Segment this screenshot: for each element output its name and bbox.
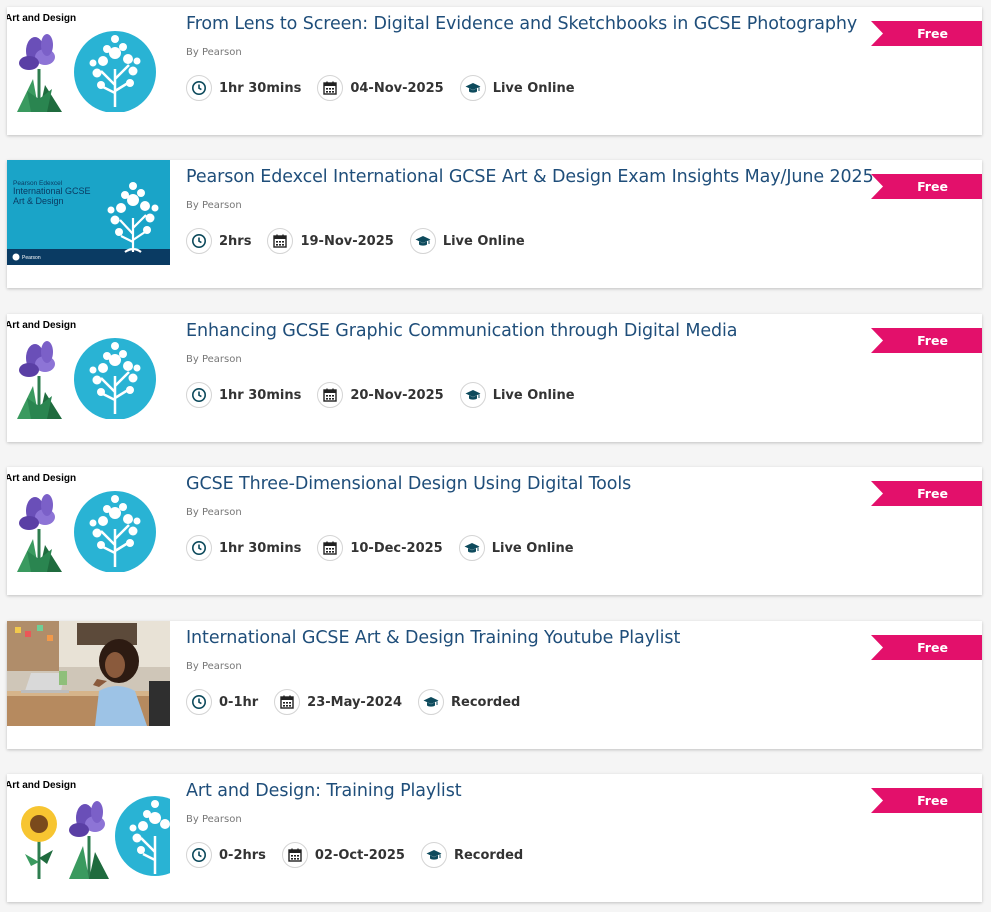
course-card[interactable]: Art and Design xyxy=(7,774,982,902)
course-meta: 0-1hr 23-May-2024 Recorded xyxy=(186,689,536,715)
course-mode: Live Online xyxy=(491,540,574,556)
course-duration: 1hr 30mins xyxy=(219,387,302,403)
price-badge: Free xyxy=(871,328,982,353)
tree-logo xyxy=(74,491,156,572)
banner-line-2: Art & Design xyxy=(13,196,64,206)
course-duration: 0-2hrs xyxy=(219,847,266,863)
course-author: By Pearson xyxy=(186,814,242,825)
course-date: 19-Nov-2025 xyxy=(300,233,394,249)
price-badge: Free xyxy=(871,635,982,660)
course-mode: Live Online xyxy=(492,387,575,403)
graduation-cap-icon xyxy=(420,842,447,868)
course-card[interactable]: Art and Design xyxy=(7,7,982,135)
course-meta: 0-2hrs 02-Oct-2025 Recorded xyxy=(186,842,539,868)
price-label: Free xyxy=(917,179,948,194)
calendar-icon xyxy=(281,842,308,868)
course-title-link[interactable]: International GCSE Art & Design Training… xyxy=(186,628,680,648)
course-card[interactable]: Art and Design xyxy=(7,467,982,595)
course-date: 02-Oct-2025 xyxy=(314,847,405,863)
graduation-cap-icon xyxy=(418,689,445,715)
course-date: 23-May-2024 xyxy=(307,694,403,710)
clock-icon xyxy=(186,228,212,254)
course-title-link[interactable]: Enhancing GCSE Graphic Communication thr… xyxy=(186,321,738,341)
tree-logo xyxy=(74,338,156,419)
price-label: Free xyxy=(917,26,948,41)
course-thumbnail[interactable]: Art and Design xyxy=(7,7,170,112)
course-title-link[interactable]: Pearson Edexcel International GCSE Art &… xyxy=(186,167,874,187)
course-meta: 1hr 30mins 04-Nov-2025 Live Online xyxy=(186,75,591,101)
course-author: By Pearson xyxy=(186,354,242,365)
course-thumbnail[interactable]: Art and Design xyxy=(7,467,170,572)
course-title-link[interactable]: GCSE Three-Dimensional Design Using Digi… xyxy=(186,474,631,494)
course-mode: Live Online xyxy=(492,80,575,96)
course-duration: 1hr 30mins xyxy=(219,540,302,556)
course-meta: 1hr 30mins 20-Nov-2025 Live Online xyxy=(186,382,591,408)
price-badge: Free xyxy=(871,788,982,813)
banner-line-1: International GCSE xyxy=(13,186,91,196)
course-thumbnail[interactable]: Pearson Edexcel International GCSE Art &… xyxy=(7,160,170,265)
thumbnail-label: Art and Design xyxy=(7,473,76,484)
banner-logo-text: Pearson xyxy=(22,255,41,261)
course-author: By Pearson xyxy=(186,661,242,672)
calendar-icon xyxy=(274,689,301,715)
pearson-logo-icon xyxy=(12,253,20,261)
tree-logo xyxy=(74,31,156,112)
price-label: Free xyxy=(917,793,948,808)
course-duration: 2hrs xyxy=(219,233,252,249)
course-list: Art and Design From Lens to Screen: Digi… xyxy=(0,0,991,912)
thumbnail-label: Art and Design xyxy=(7,13,76,24)
course-duration: 1hr 30mins xyxy=(219,80,302,96)
course-date: 10-Dec-2025 xyxy=(350,540,443,556)
graduation-cap-icon xyxy=(409,228,436,254)
course-mode: Recorded xyxy=(453,847,524,863)
woman-laptop-photo xyxy=(7,621,170,726)
course-date: 20-Nov-2025 xyxy=(350,387,444,403)
graduation-cap-icon xyxy=(459,382,486,408)
calendar-icon xyxy=(267,228,294,254)
course-thumbnail[interactable]: Art and Design xyxy=(7,314,170,419)
price-badge: Free xyxy=(871,174,982,199)
course-meta: 2hrs 19-Nov-2025 Live Online xyxy=(186,228,541,254)
graduation-cap-icon xyxy=(459,75,486,101)
price-badge: Free xyxy=(871,21,982,46)
course-date: 04-Nov-2025 xyxy=(350,80,444,96)
clock-icon xyxy=(186,842,212,868)
course-mode: Live Online xyxy=(442,233,525,249)
course-author: By Pearson xyxy=(186,47,242,58)
price-label: Free xyxy=(917,333,948,348)
course-mode: Recorded xyxy=(451,694,521,710)
course-duration: 0-1hr xyxy=(219,694,259,710)
course-card[interactable]: International GCSE Art & Design Training… xyxy=(7,621,982,749)
course-author: By Pearson xyxy=(186,507,242,518)
clock-icon xyxy=(186,689,212,715)
thumbnail-label: Art and Design xyxy=(7,320,76,331)
graduation-cap-icon xyxy=(458,535,485,561)
price-badge: Free xyxy=(871,481,982,506)
thumbnail-label: Art and Design xyxy=(7,780,76,791)
clock-icon xyxy=(186,535,212,561)
course-author: By Pearson xyxy=(186,200,242,211)
course-card[interactable]: Art and Design xyxy=(7,314,982,442)
clock-icon xyxy=(186,75,212,101)
calendar-icon xyxy=(317,535,344,561)
course-title-link[interactable]: Art and Design: Training Playlist xyxy=(186,781,462,801)
calendar-icon xyxy=(317,382,344,408)
course-thumbnail[interactable] xyxy=(7,621,170,726)
clock-icon xyxy=(186,382,212,408)
course-meta: 1hr 30mins 10-Dec-2025 Live Online xyxy=(186,535,590,561)
price-label: Free xyxy=(917,486,948,501)
course-thumbnail[interactable]: Art and Design xyxy=(7,774,170,879)
course-title-link[interactable]: From Lens to Screen: Digital Evidence an… xyxy=(186,14,857,34)
course-card[interactable]: Pearson Edexcel International GCSE Art &… xyxy=(7,160,982,288)
calendar-icon xyxy=(317,75,344,101)
price-label: Free xyxy=(917,640,948,655)
